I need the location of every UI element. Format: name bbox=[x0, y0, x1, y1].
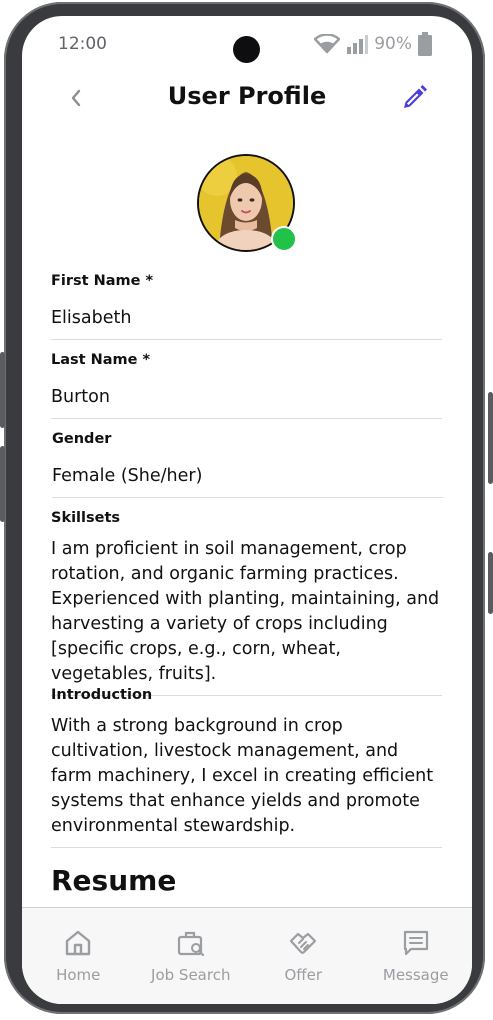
introduction-value[interactable]: With a strong background in crop cultiva… bbox=[51, 714, 442, 847]
tab-message-label: Message bbox=[382, 966, 449, 984]
last-name-value[interactable]: Burton bbox=[51, 385, 442, 418]
side-button bbox=[0, 446, 5, 522]
battery-percent: 90% bbox=[374, 34, 412, 54]
tab-job-search-label: Job Search bbox=[151, 966, 231, 984]
last-name-field[interactable]: Last Name * Burton bbox=[51, 351, 442, 419]
side-button bbox=[488, 392, 493, 484]
gender-value[interactable]: Female (She/her) bbox=[52, 464, 443, 497]
last-name-label: Last Name * bbox=[51, 352, 151, 368]
introduction-label: Introduction bbox=[51, 687, 153, 703]
first-name-field[interactable]: First Name * Elisabeth bbox=[51, 272, 442, 340]
tab-job-search[interactable]: Job Search bbox=[135, 908, 248, 1004]
status-icons: 90% bbox=[314, 32, 432, 56]
first-name-value[interactable]: Elisabeth bbox=[51, 306, 442, 339]
home-icon bbox=[66, 930, 91, 956]
header: User Profile bbox=[22, 76, 472, 120]
front-camera bbox=[233, 36, 260, 63]
tab-home-label: Home bbox=[56, 966, 101, 984]
avatar-container[interactable] bbox=[197, 154, 297, 252]
skillsets-value[interactable]: I am proficient in soil management, crop… bbox=[51, 537, 442, 695]
first-name-label: First Name * bbox=[51, 273, 154, 289]
job-search-icon bbox=[177, 931, 204, 957]
pencil-icon bbox=[404, 85, 427, 108]
bottom-tab-bar: Home Job Search Offer Message bbox=[22, 907, 472, 1004]
signal-icon bbox=[347, 35, 369, 54]
gender-field[interactable]: Gender Female (She/her) bbox=[52, 430, 443, 498]
battery-icon bbox=[418, 32, 432, 56]
tab-home[interactable]: Home bbox=[22, 908, 135, 1004]
status-time: 12:00 bbox=[58, 34, 107, 54]
online-status-indicator bbox=[271, 226, 297, 252]
wifi-icon bbox=[314, 34, 341, 54]
skillsets-label: Skillsets bbox=[51, 510, 121, 526]
tab-offer[interactable]: Offer bbox=[247, 908, 360, 1004]
tab-offer-label: Offer bbox=[284, 966, 323, 984]
screen: 12:00 90% User Profile First Name * Elis… bbox=[22, 16, 472, 1004]
status-bar: 12:00 90% bbox=[22, 16, 472, 76]
resume-heading: Resume bbox=[51, 864, 177, 897]
handshake-icon bbox=[290, 932, 317, 954]
tab-message[interactable]: Message bbox=[360, 908, 473, 1004]
introduction-field[interactable]: Introduction With a strong background in… bbox=[51, 686, 442, 848]
side-button bbox=[488, 552, 493, 614]
edit-button[interactable] bbox=[400, 84, 428, 112]
gender-label: Gender bbox=[52, 431, 112, 447]
message-icon bbox=[403, 930, 428, 956]
side-button bbox=[0, 352, 5, 428]
skillsets-field[interactable]: Skillsets I am proficient in soil manage… bbox=[51, 509, 442, 696]
